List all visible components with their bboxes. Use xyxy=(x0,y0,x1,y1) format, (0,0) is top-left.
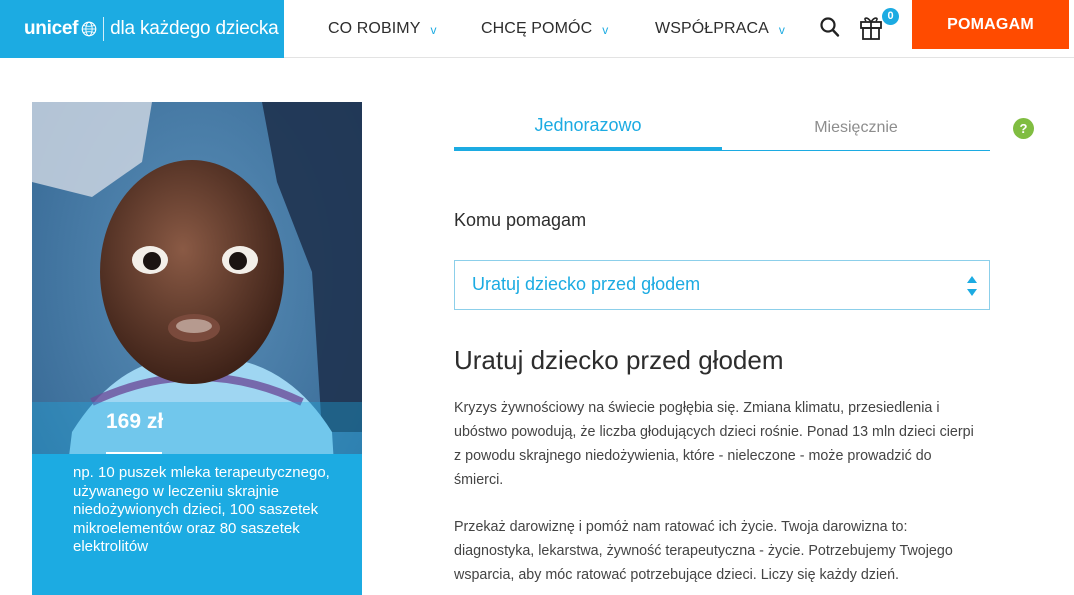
cause-title: Uratuj dziecko przed głodem xyxy=(454,345,784,375)
nav-wspolpraca[interactable]: WSPÓŁPRACA v xyxy=(655,0,785,58)
cause-paragraph: Przekaż darowiznę i pomóż nam ratować ic… xyxy=(454,519,953,583)
nav-label: CO ROBIMY xyxy=(328,20,421,37)
brand-divider xyxy=(103,17,105,41)
site-header: unicef dla każdego dziecka CO ROBIMY v C… xyxy=(0,0,1074,58)
nav-label: WSPÓŁPRACA xyxy=(655,20,769,37)
cause-select[interactable]: Uratuj dziecko przed głodem xyxy=(454,260,990,310)
nav-chce-pomoc[interactable]: CHCĘ POMÓC v xyxy=(481,0,608,58)
nav-label: CHCĘ POMÓC xyxy=(481,20,593,37)
card-amount: 169 zł xyxy=(106,410,164,433)
logo-text: unicef xyxy=(24,18,79,39)
chevron-down-icon: v xyxy=(778,23,786,37)
search-button[interactable] xyxy=(818,14,842,40)
select-label: Komu pomagam xyxy=(454,210,587,230)
select-value: Uratuj dziecko przed głodem xyxy=(472,274,701,294)
donate-button[interactable]: POMAGAM xyxy=(912,0,1069,49)
unicef-logo: unicef xyxy=(24,18,98,40)
help-icon[interactable]: ? xyxy=(1013,118,1034,139)
unicef-globe-icon xyxy=(81,21,97,37)
frequency-tabs: Jednorazowo Miesięcznie xyxy=(454,106,990,151)
cause-paragraph: Kryzys żywnościowy na świecie pogłębia s… xyxy=(454,400,974,488)
cart-count-badge: 0 xyxy=(882,8,899,25)
card-amount-rule xyxy=(106,452,162,454)
brand-tagline: dla każdego dziecka xyxy=(110,18,279,39)
chevron-down-icon: v xyxy=(430,23,437,37)
tab-jednorazowo[interactable]: Jednorazowo xyxy=(454,106,722,151)
card-description: np. 10 puszek mleka terapeutycznego, uży… xyxy=(73,464,330,555)
chevron-down-icon: v xyxy=(602,23,609,37)
tab-miesiecznie[interactable]: Miesięcznie xyxy=(722,106,990,150)
donation-impact-card: 169 zł np. 10 puszek mleka terapeutyczne… xyxy=(32,102,362,595)
brand-logo-link[interactable]: unicef dla każdego dziecka xyxy=(0,0,284,58)
select-arrows-icon xyxy=(967,276,977,296)
search-icon xyxy=(820,17,840,37)
nav-co-robimy[interactable]: CO ROBIMY v xyxy=(328,0,437,58)
